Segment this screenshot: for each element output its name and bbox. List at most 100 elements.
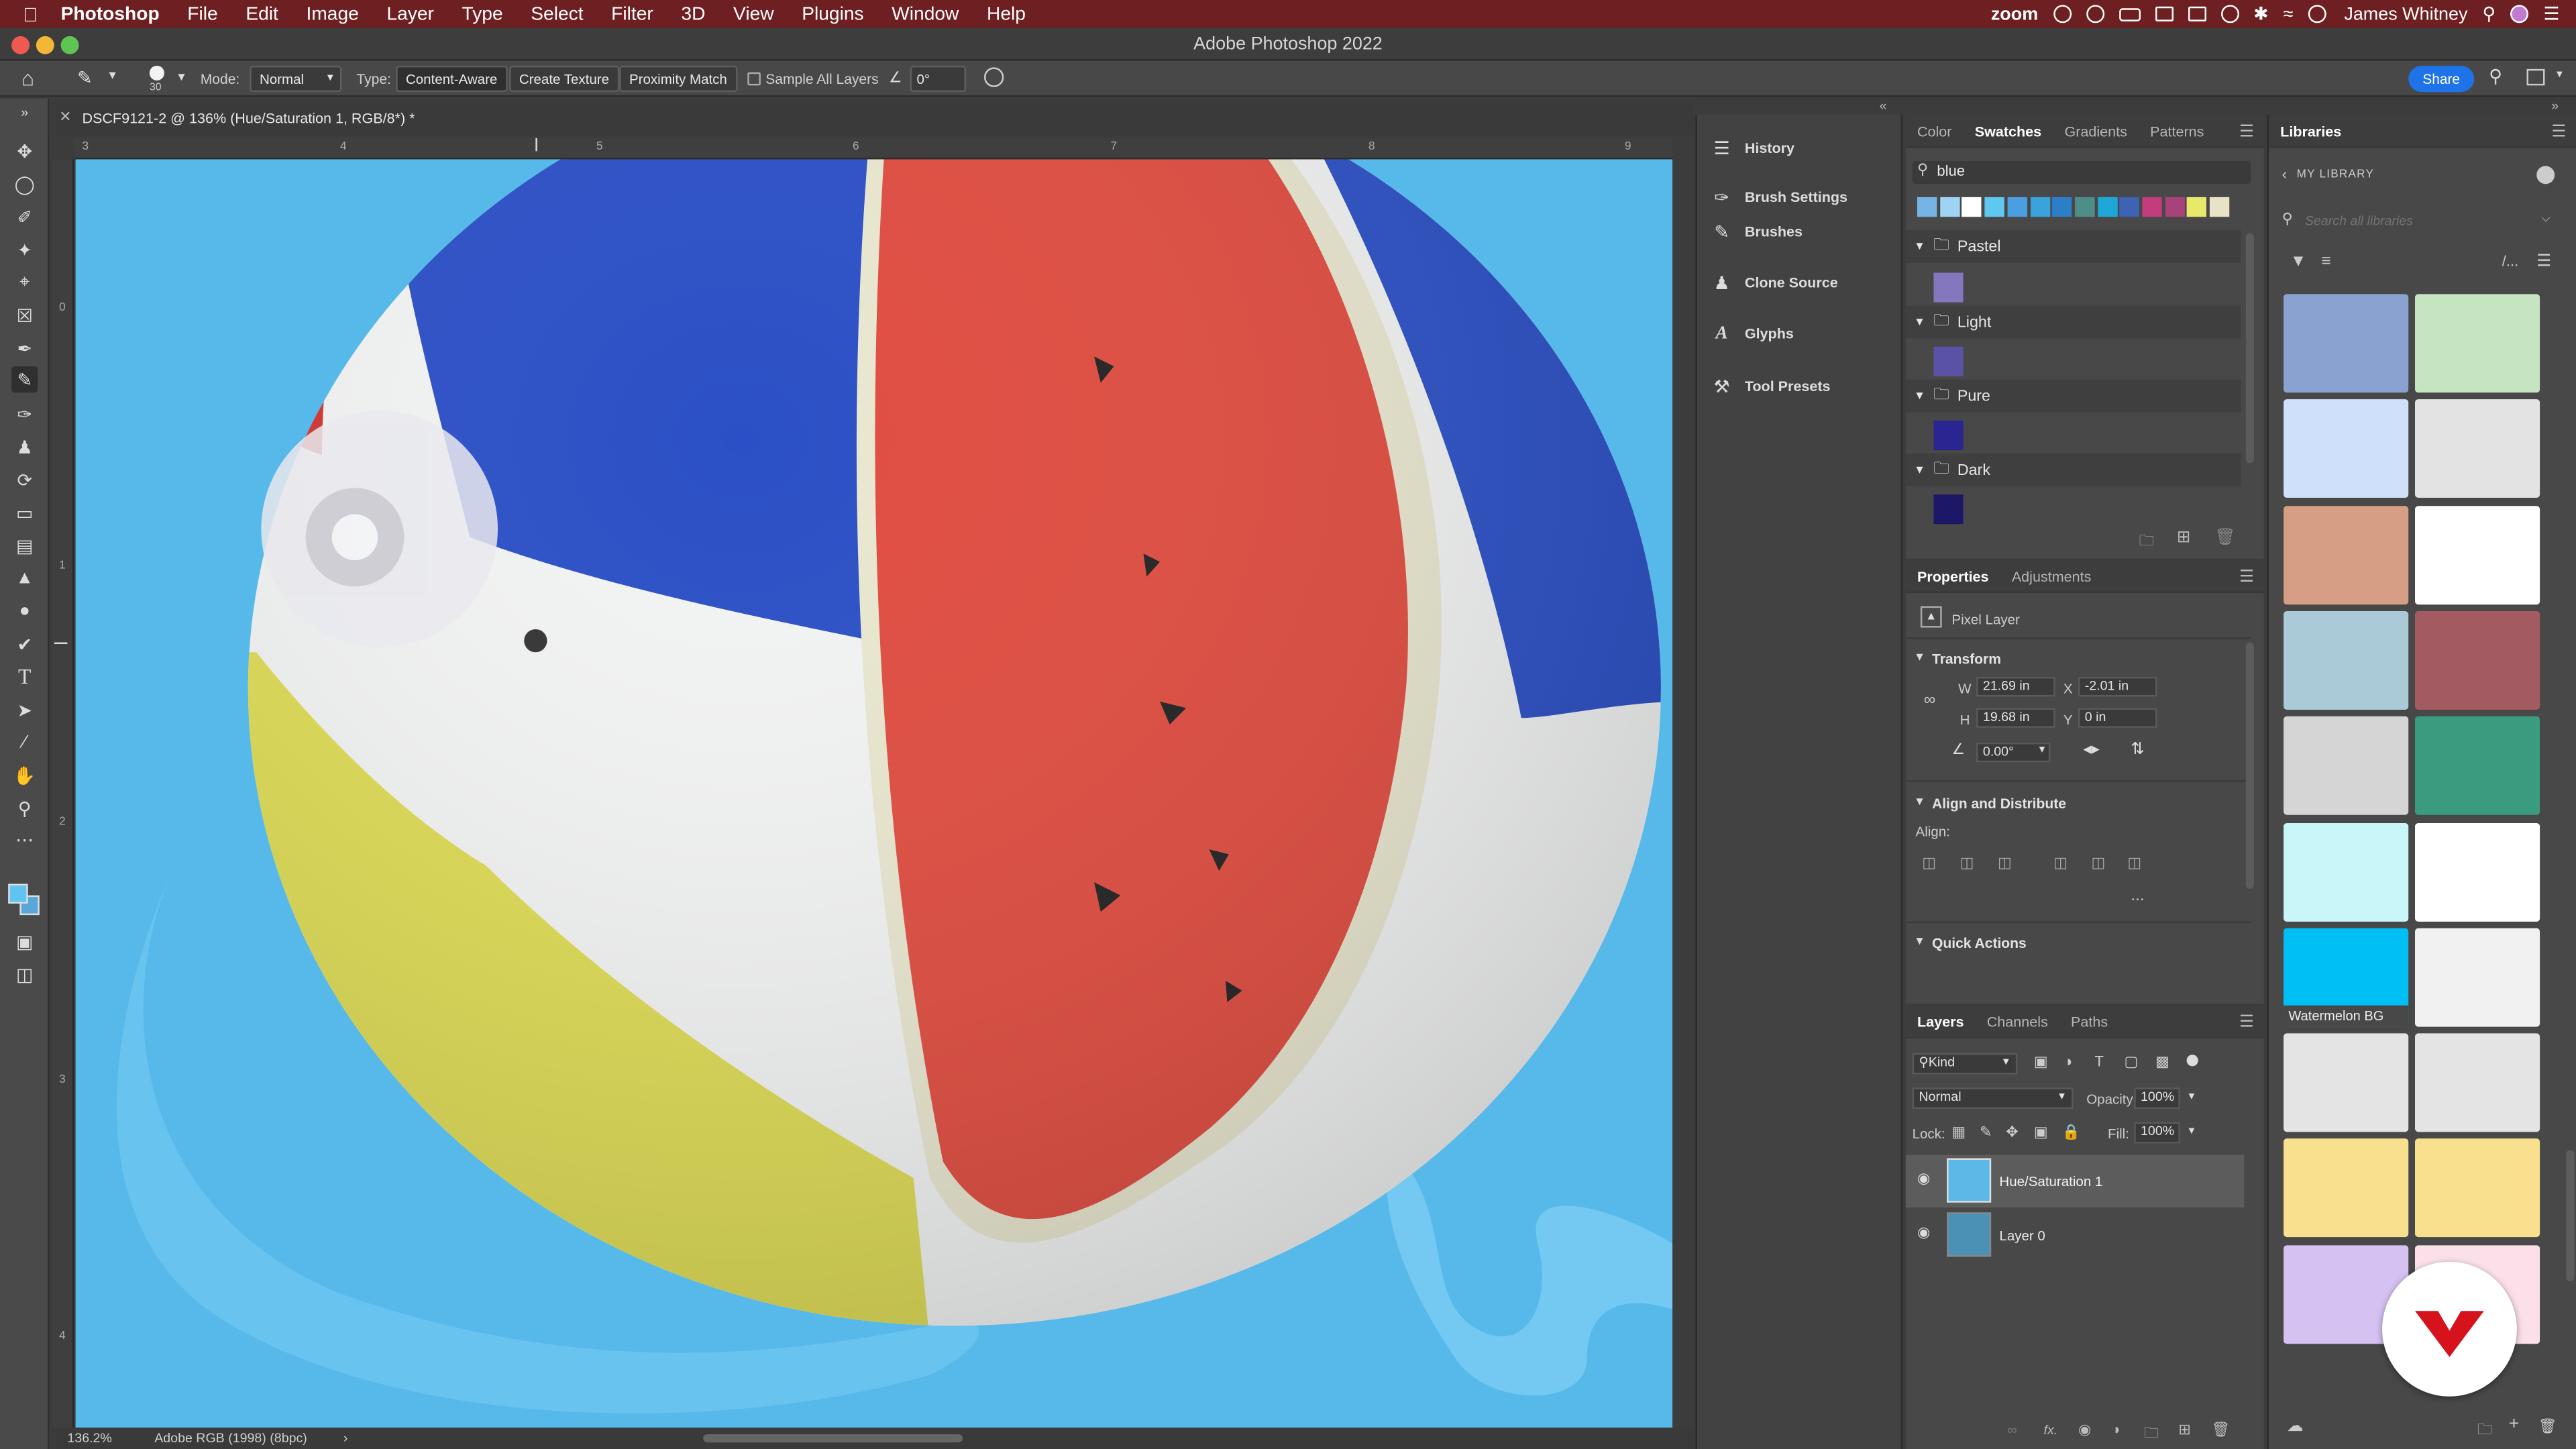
menu-select[interactable]: Select [531,4,583,23]
close-window-button[interactable] [11,36,30,54]
zoom-level[interactable]: 136.2% [67,1431,111,1446]
new-group-icon[interactable]: 🗀 [2144,1421,2159,1447]
chevron-down-icon[interactable]: ▼ [176,72,187,84]
tab-paths[interactable]: Paths [2059,1013,2119,1029]
brush-tool-icon[interactable]: ✑ [11,401,38,427]
chevron-down-icon[interactable]: ▼ [1914,652,1925,663]
library-asset-tile[interactable] [2284,399,2409,498]
horizontal-scrollbar[interactable] [703,1434,963,1443]
eyedropper-tool-icon[interactable]: ✒ [11,335,38,362]
menu-plugins[interactable]: Plugins [802,4,863,23]
filter-shape-icon[interactable]: ▢ [2125,1053,2139,1071]
collapse-libraries-icon[interactable]: » [2551,99,2559,113]
align-left-icon[interactable]: ◫ [1922,854,1936,872]
library-asset-tile[interactable] [2284,505,2409,604]
user-name[interactable]: James Whitney [2344,4,2467,23]
more-options-button[interactable]: ... [2131,887,2144,905]
filter-type-icon[interactable]: T [2094,1053,2103,1069]
home-icon[interactable]: ⌂ [21,66,34,91]
new-swatch-icon[interactable]: ⊞ [2177,529,2191,547]
trash-icon[interactable]: 🗑 [2211,1421,2230,1439]
document-canvas[interactable] [75,159,1673,1428]
chevron-down-icon[interactable]: ▼ [1914,936,1925,948]
filter-smart-object-icon[interactable]: ▩ [2155,1053,2169,1071]
type-tool-icon[interactable]: T [11,663,38,690]
library-asset-tile[interactable] [2415,610,2540,710]
dock-history[interactable]: ☰ History [1697,131,1902,164]
swatch[interactable] [2097,197,2117,217]
new-group-folder-icon[interactable]: 🗀 [2139,529,2154,555]
chevron-down-icon[interactable]: ▼ [2037,746,2047,756]
library-asset-tile[interactable] [2284,1139,2409,1238]
quick-mask-icon[interactable]: ▣ [11,928,38,955]
library-asset-tile[interactable] [2284,1033,2409,1132]
mode-select[interactable]: Normal ▼ [250,65,342,93]
cc-sync-icon[interactable] [2086,5,2104,23]
zoom-tool-icon[interactable]: ⚲ [11,795,38,821]
dock-brushes[interactable]: ✎ Brushes [1697,217,1902,246]
time-machine-icon[interactable] [2220,5,2239,23]
align-center-h-icon[interactable]: ◫ [1960,854,1974,872]
collaborators-icon[interactable] [2536,166,2555,184]
library-asset-tile[interactable] [2415,505,2540,604]
marquee-tool-icon[interactable]: ◯ [11,171,38,197]
more-tools-icon[interactable]: ⋯ [11,826,38,853]
airplay-icon[interactable] [2188,6,2206,21]
spot-healing-tool-icon[interactable]: ✎ [11,366,38,393]
spotlight-search-icon[interactable]: ⚲ [2483,3,2496,25]
opacity-input[interactable]: 100% [2134,1087,2180,1110]
lock-image-icon[interactable]: ✎ [1980,1124,1992,1142]
trash-icon[interactable]: 🗑 [2538,1417,2557,1436]
pen-tool-icon[interactable]: ✔ [11,631,38,657]
new-group-folder-icon[interactable]: 🗀 [2477,1417,2492,1444]
tab-color[interactable]: Color [1906,122,1964,138]
chevron-down-icon[interactable]: ▼ [2187,1127,2197,1137]
visibility-eye-icon[interactable]: ◉ [1917,1224,1930,1242]
swatch[interactable] [2164,197,2185,217]
sample-all-layers-label[interactable]: Sample All Layers [765,61,878,97]
add-asset-icon[interactable]: + [2509,1415,2520,1434]
zoom-status-item[interactable]: zoom [1991,4,2038,23]
library-asset-tile[interactable] [2415,399,2540,498]
power-icon[interactable] [2308,5,2326,23]
chevron-down-icon[interactable]: ▼ [107,70,118,82]
library-asset-tile[interactable] [2284,610,2409,710]
align-distribute-title[interactable]: Align and Distribute [1932,795,2066,811]
sort-icon[interactable]: ≡ [2321,253,2330,271]
swatch-light[interactable] [1933,346,1964,376]
tab-swatches[interactable]: Swatches [1964,122,2053,138]
layer-name[interactable]: Layer 0 [1999,1227,2045,1243]
library-asset-tile[interactable] [2284,716,2409,816]
swatch[interactable] [1984,197,2004,217]
tab-libraries[interactable]: Libraries [2269,122,2353,138]
lock-all-icon[interactable]: 🔒 [2061,1124,2080,1142]
library-asset-tile[interactable] [2415,294,2540,393]
menu-layer[interactable]: Layer [386,4,433,23]
swatch[interactable] [2210,197,2230,217]
collapse-toolbar-icon[interactable]: » [11,99,38,125]
blur-tool-icon[interactable]: ▲ [11,565,38,591]
trash-icon[interactable]: 🗑 [2214,529,2235,547]
line-tool-icon[interactable]: ∕ [11,729,38,755]
back-chevron-icon[interactable]: ‹ [2282,166,2287,182]
library-asset-tile[interactable] [2284,294,2409,393]
document-tab-title[interactable]: DSCF9121-2 @ 136% (Hue/Saturation 1, RGB… [82,110,415,126]
filter-pixel-icon[interactable]: ▣ [2034,1053,2048,1071]
panel-menu-icon[interactable]: ☰ [2239,123,2254,142]
library-asset-tile[interactable] [2415,822,2540,921]
libraries-scrollbar[interactable] [2566,1150,2575,1282]
menu-view[interactable]: View [733,4,774,23]
screen-mode-icon[interactable]: ◫ [11,961,38,987]
create-texture-button[interactable]: Create Texture [509,65,619,93]
align-right-icon[interactable]: ◫ [1998,854,2012,872]
apple-icon[interactable]:  [23,3,38,25]
lock-artboard-icon[interactable]: ▣ [2034,1124,2048,1142]
menu-3d[interactable]: 3D [681,4,705,23]
swatch[interactable] [1917,197,1937,217]
collapse-panels-icon[interactable]: « [1880,99,1887,113]
properties-scrollbar[interactable] [2245,642,2254,889]
creative-cloud-icon[interactable] [2053,5,2072,23]
dodge-tool-icon[interactable]: ● [11,598,38,624]
gradient-tool-icon[interactable]: ▤ [11,532,38,558]
spot-healing-brush-icon[interactable]: ✎ [77,67,93,89]
